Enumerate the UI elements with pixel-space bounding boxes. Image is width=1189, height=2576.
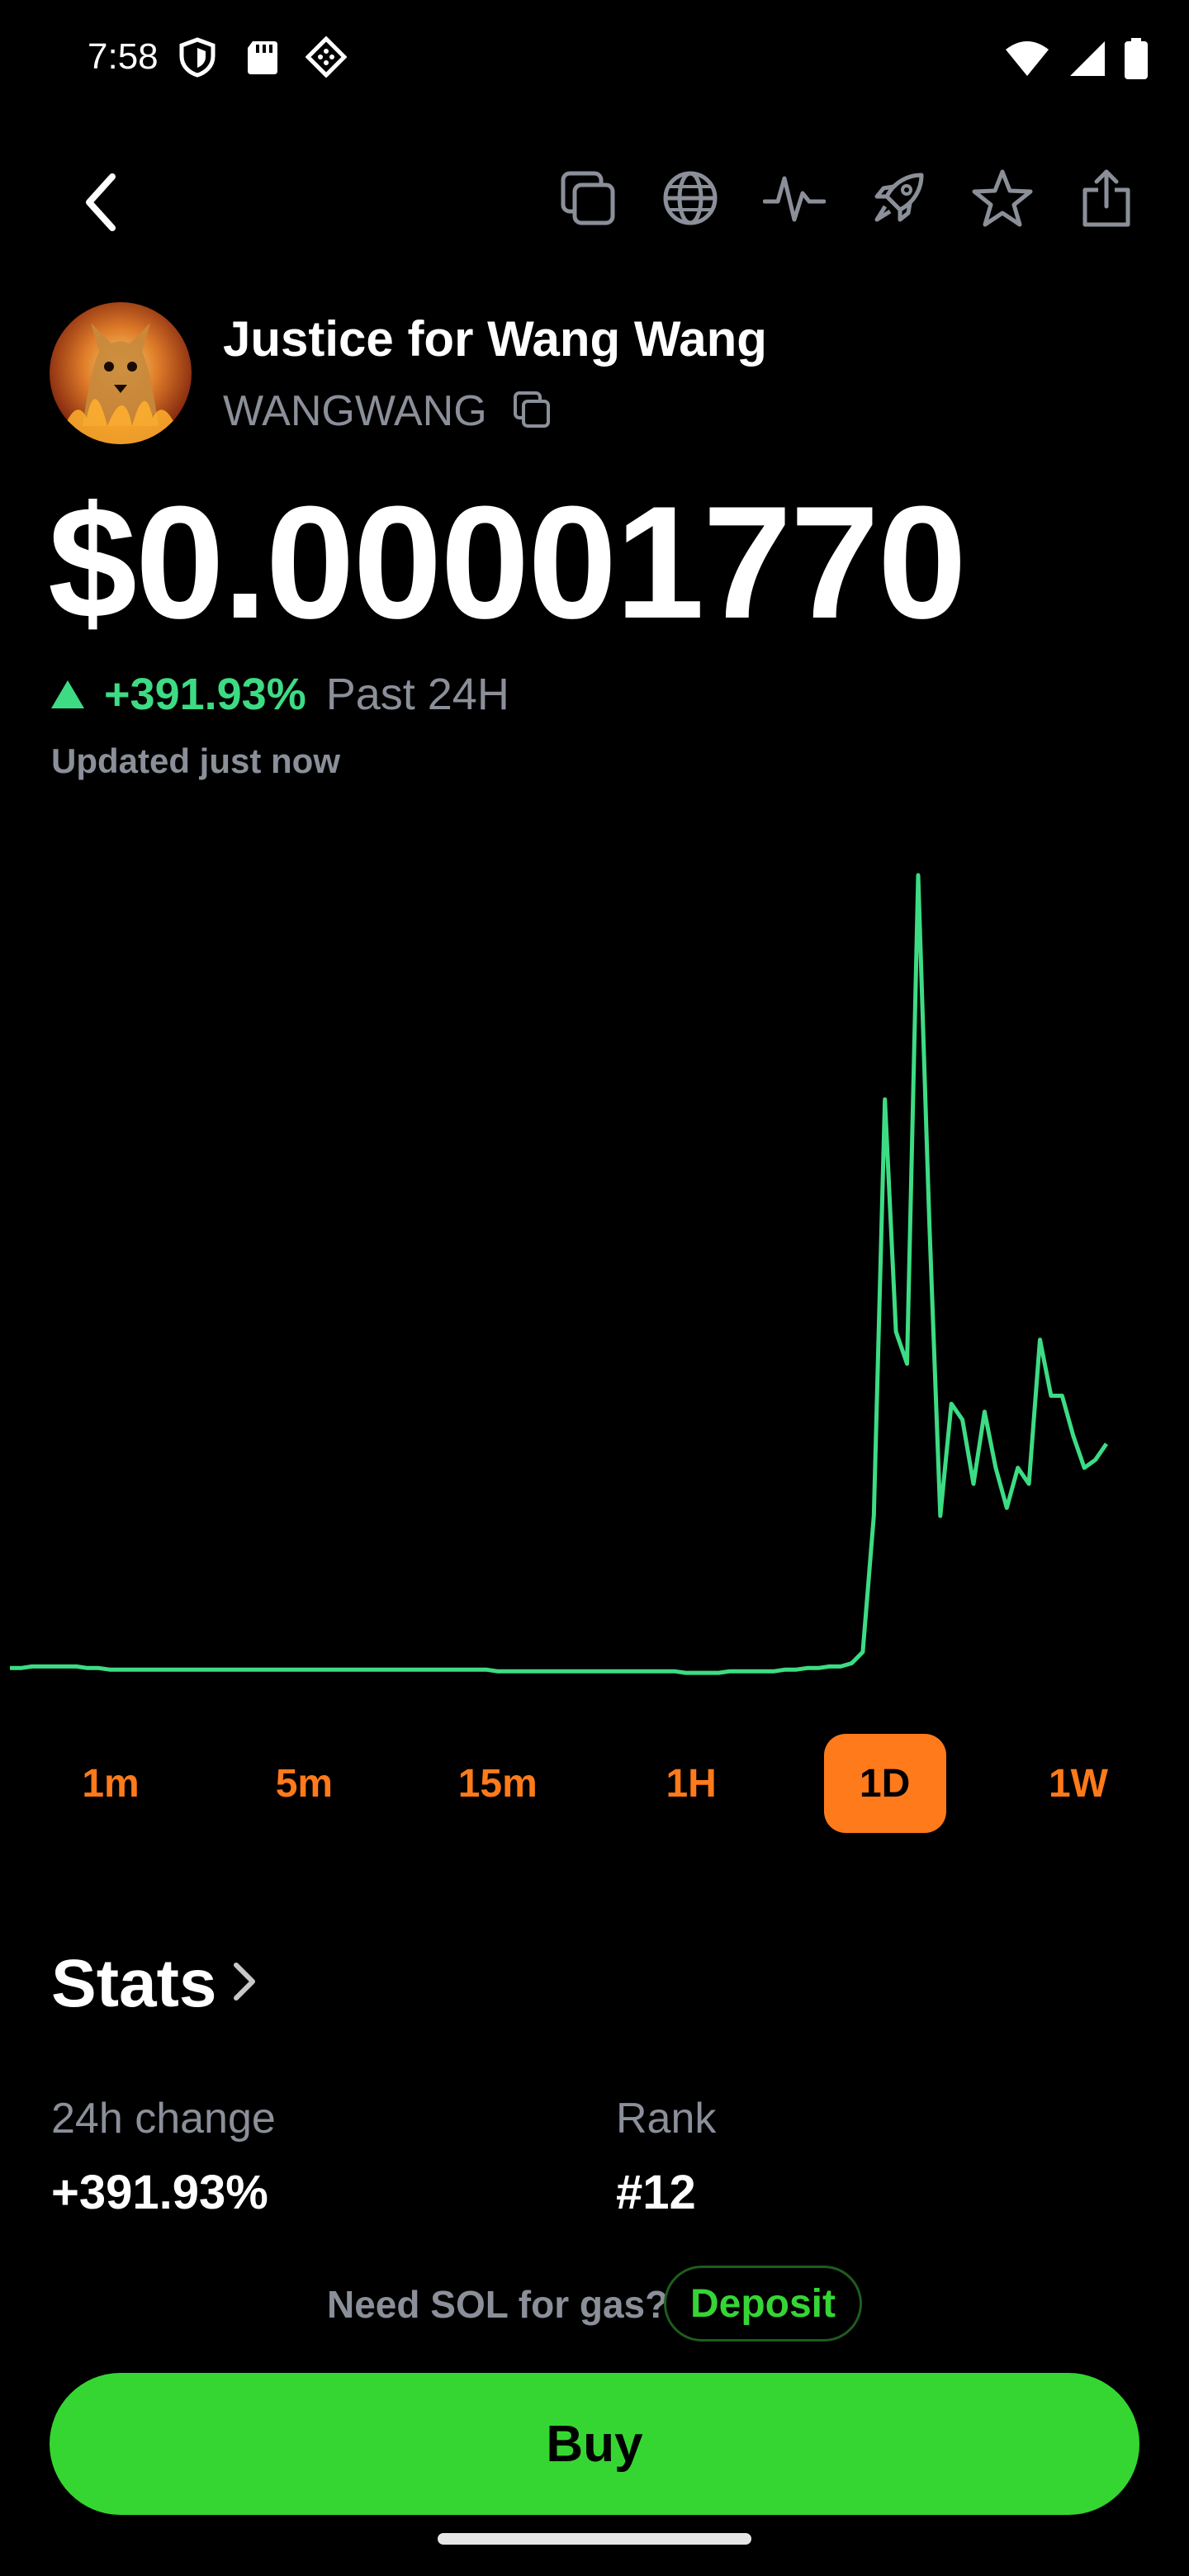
range-1m[interactable]: 1m bbox=[50, 1734, 172, 1833]
range-1h[interactable]: 1H bbox=[630, 1734, 752, 1833]
rocket-icon[interactable] bbox=[865, 165, 931, 231]
price-change-row: +391.93% Past 24H bbox=[51, 669, 509, 720]
gas-prompt: Need SOL for gas? bbox=[327, 2283, 669, 2326]
token-avatar bbox=[50, 302, 192, 444]
signal-icon bbox=[1068, 40, 1106, 82]
updated-status: Updated just now bbox=[51, 741, 340, 780]
stat-label-rank: Rank bbox=[616, 2095, 717, 2143]
range-1w[interactable]: 1W bbox=[1017, 1734, 1139, 1833]
stat-value-rank: #12 bbox=[616, 2166, 696, 2219]
range-15m[interactable]: 15m bbox=[437, 1734, 559, 1833]
status-time: 7:58 bbox=[88, 36, 159, 77]
price-change-period: Past 24H bbox=[325, 670, 509, 719]
pulse-icon[interactable] bbox=[761, 165, 827, 231]
range-5m[interactable]: 5m bbox=[243, 1734, 365, 1833]
price-chart[interactable] bbox=[0, 859, 1189, 1701]
price-change-percent: +391.93% bbox=[104, 670, 306, 719]
battery-icon bbox=[1125, 38, 1148, 83]
shield-icon bbox=[177, 36, 218, 78]
stat-label-24h-change: 24h change bbox=[51, 2095, 276, 2143]
copy-pages-icon[interactable] bbox=[555, 165, 621, 231]
chevron-right-icon[interactable] bbox=[228, 1957, 261, 2006]
token-symbol: WANGWANG bbox=[223, 387, 487, 435]
status-right-icons bbox=[1004, 38, 1148, 83]
token-name: Justice for Wang Wang bbox=[223, 311, 767, 367]
token-price: $0.00001770 bbox=[48, 473, 967, 652]
sd-card-icon bbox=[243, 36, 284, 78]
deposit-button[interactable]: Deposit bbox=[664, 2266, 862, 2342]
up-triangle-icon bbox=[51, 680, 84, 708]
range-1d[interactable]: 1D bbox=[823, 1734, 946, 1833]
back-button[interactable] bbox=[74, 165, 132, 239]
buy-button[interactable]: Buy bbox=[50, 2373, 1139, 2515]
globe-icon[interactable] bbox=[657, 165, 723, 231]
share-icon[interactable] bbox=[1073, 165, 1139, 231]
time-range-tabs: 1m 5m 15m 1H 1D 1W bbox=[50, 1734, 1139, 1833]
stat-value-24h-change: +391.93% bbox=[51, 2166, 268, 2219]
copy-address-icon[interactable] bbox=[512, 390, 553, 431]
diamond-icon bbox=[305, 36, 348, 78]
home-indicator[interactable] bbox=[438, 2533, 751, 2545]
price-line-series bbox=[10, 873, 1109, 1675]
star-icon[interactable] bbox=[969, 165, 1035, 231]
stats-title[interactable]: Stats bbox=[51, 1945, 217, 2023]
wifi-icon bbox=[1004, 40, 1050, 82]
